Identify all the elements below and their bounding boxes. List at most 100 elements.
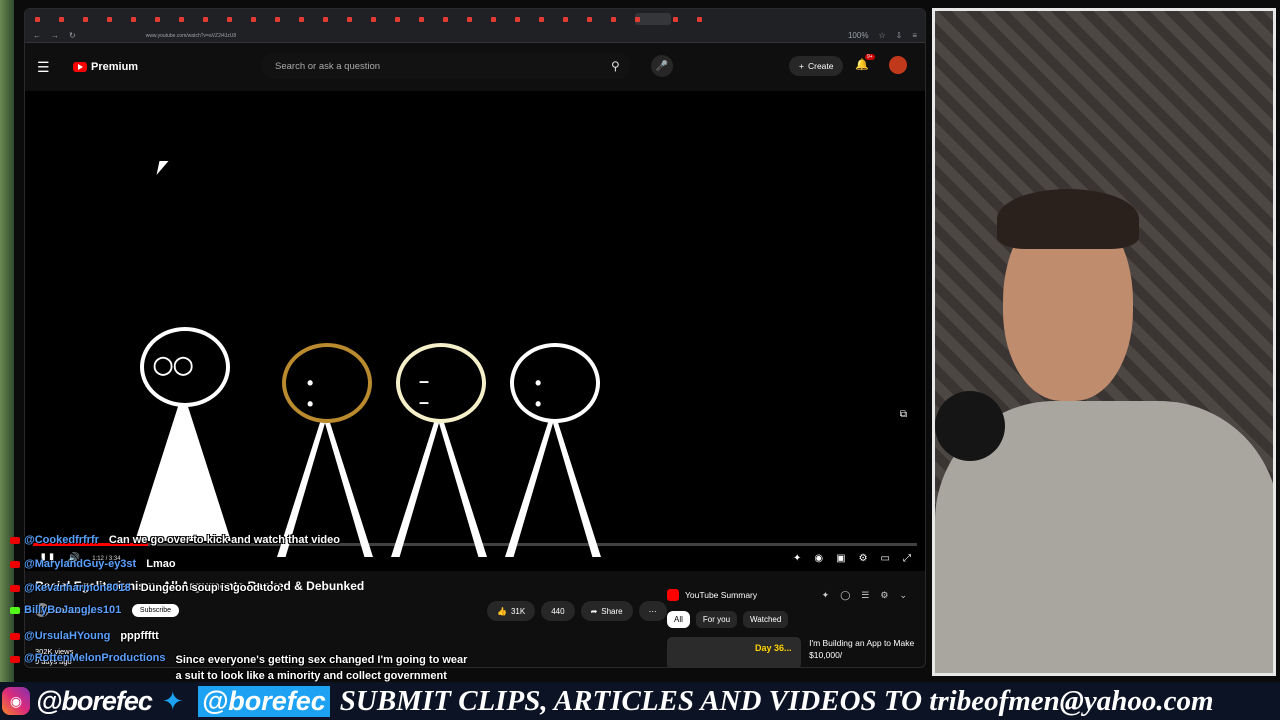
logo-text: Premium: [91, 61, 139, 73]
youtube-favicon-icon: [467, 16, 472, 22]
back-icon[interactable]: ←: [33, 31, 41, 40]
subscribe-button[interactable]: Subscribe: [131, 603, 180, 617]
youtube-logo[interactable]: Premium: [73, 61, 138, 73]
zoom-level[interactable]: 100%: [848, 31, 868, 40]
dislike-button[interactable]: 440: [541, 601, 575, 621]
browser-tab[interactable]: [251, 13, 273, 25]
chip-for-you[interactable]: For you: [695, 611, 738, 628]
chip-all[interactable]: All: [667, 611, 690, 628]
tab-strip: [25, 9, 925, 29]
youtube-favicon-icon: [635, 16, 640, 22]
youtube-favicon-icon: [107, 16, 112, 22]
browser-tab-active[interactable]: [635, 13, 671, 25]
captions-icon[interactable]: ▣: [836, 553, 845, 564]
search-icon[interactable]: ⚲: [611, 59, 620, 73]
browser-tab[interactable]: [323, 13, 345, 25]
browser-tab[interactable]: [515, 13, 537, 25]
browser-tab[interactable]: [131, 13, 153, 25]
like-button[interactable]: 👍 31K: [487, 601, 536, 621]
youtube-favicon-icon: [131, 16, 136, 22]
microphone-icon[interactable]: 🎤: [651, 55, 673, 77]
youtube-favicon-icon: [563, 16, 568, 22]
youtube-favicon-icon: [179, 16, 184, 22]
audio-wave-icon[interactable]: ☰: [861, 590, 869, 601]
hamburger-menu-icon[interactable]: ☰: [37, 59, 57, 76]
browser-tab[interactable]: [227, 13, 249, 25]
chevron-down-icon[interactable]: ⌄: [899, 590, 907, 601]
browser-tab[interactable]: [491, 13, 513, 25]
browser-tab[interactable]: [611, 13, 633, 25]
chat-message: @UrsulaHYoung pppffftt: [10, 630, 159, 642]
chat-username: @kevanharmon8018: [24, 582, 131, 594]
reload-icon[interactable]: ↻: [69, 31, 76, 40]
browser-tab[interactable]: [443, 13, 465, 25]
youtube-favicon-icon: [227, 16, 232, 22]
browser-tab[interactable]: [371, 13, 393, 25]
recommended-video[interactable]: Day 36... I'm Building an App to Make $1…: [667, 637, 917, 667]
create-button[interactable]: + Create: [789, 56, 844, 76]
url-field[interactable]: www.youtube.com/watch?v=aVZ2i4JzU8: [146, 33, 838, 39]
browser-tab[interactable]: [203, 13, 225, 25]
browser-tab[interactable]: [275, 13, 297, 25]
chat-username: @Cookedfrfrfr: [24, 534, 99, 546]
streamer-hair: [997, 189, 1139, 249]
browser-tab[interactable]: [587, 13, 609, 25]
sparkle-icon[interactable]: ✦: [793, 553, 801, 564]
youtube-favicon-icon: [155, 16, 160, 22]
browser-tab[interactable]: [697, 13, 719, 25]
recommended-thumbnail[interactable]: Day 36...: [667, 637, 802, 667]
browser-tab[interactable]: [59, 13, 81, 25]
download-icon[interactable]: ⇩: [896, 31, 903, 40]
browser-tab[interactable]: [673, 13, 695, 25]
instagram-handle: @borefec: [36, 685, 153, 716]
browser-tab[interactable]: [35, 13, 57, 25]
settings-gear-icon[interactable]: ⚙: [880, 590, 888, 601]
chat-username: @MarylandGuy-ey3st: [24, 558, 137, 570]
youtube-chat-icon: [10, 584, 20, 592]
browser-tab[interactable]: [347, 13, 369, 25]
sparkle-icon[interactable]: ✦: [822, 590, 830, 601]
browser-tab[interactable]: [563, 13, 585, 25]
youtube-favicon-icon: [515, 16, 520, 22]
youtube-favicon-icon: [587, 16, 592, 22]
menu-icon[interactable]: ≡: [912, 31, 917, 40]
bottom-banner: ◉ @borefec ✦ @borefec SUBMIT CLIPS, ARTI…: [0, 682, 1280, 720]
settings-gear-icon[interactable]: ⚙: [859, 553, 868, 564]
search-input[interactable]: Search or ask a question: [261, 53, 631, 79]
browser-tab[interactable]: [539, 13, 561, 25]
chat-message: @kevanharmon8018 Dungeon soup is good too…: [10, 582, 283, 594]
chip-watched[interactable]: Watched: [743, 611, 789, 628]
bookmark-star-icon[interactable]: ☆: [878, 31, 885, 40]
youtube-favicon-icon: [35, 16, 40, 22]
share-icon: ➦: [590, 606, 598, 616]
browser-tab[interactable]: [419, 13, 441, 25]
browser-tab[interactable]: [395, 13, 417, 25]
share-label: Share: [601, 606, 623, 616]
summary-tools: ✦ ◯ ☰ ⚙ ⌄: [822, 590, 907, 601]
video-player[interactable]: ◯◯ • • – – • • ⧉ ❚❚ 🔊 1:12 / 3:34 ✦ ◉ ▣ …: [25, 91, 925, 571]
stream-layout: ← → ↻ www.youtube.com/watch?v=aVZ2i4JzU8…: [0, 0, 1280, 720]
more-options-icon[interactable]: ⋯: [638, 601, 667, 621]
summary-title[interactable]: YouTube Summary: [685, 590, 757, 600]
browser-tab[interactable]: [179, 13, 201, 25]
youtube-favicon-icon: [395, 16, 400, 22]
miniplayer-icon[interactable]: ⧉: [900, 409, 907, 420]
fullscreen-icon[interactable]: ⤢: [903, 553, 911, 564]
chat-message: BillyBoJangles101: [10, 604, 121, 616]
theater-mode-icon[interactable]: ▭: [881, 553, 890, 564]
chat-username: BillyBoJangles101: [24, 604, 122, 616]
browser-tab[interactable]: [83, 13, 105, 25]
account-avatar[interactable]: [889, 56, 907, 74]
chat-text: pppffftt: [120, 630, 159, 642]
recommended-title[interactable]: I'm Building an App to Make $10,000/: [809, 637, 917, 667]
forward-icon[interactable]: →: [51, 31, 59, 40]
share-button[interactable]: ➦ Share: [580, 601, 633, 621]
youtube-favicon-icon: [323, 16, 328, 22]
glasses-icon[interactable]: ◯: [840, 590, 850, 601]
browser-tab[interactable]: [107, 13, 129, 25]
youtube-favicon-icon: [443, 16, 448, 22]
browser-tab[interactable]: [299, 13, 321, 25]
autoplay-toggle-icon[interactable]: ◉: [814, 553, 823, 564]
browser-tab[interactable]: [467, 13, 489, 25]
browser-tab[interactable]: [155, 13, 177, 25]
